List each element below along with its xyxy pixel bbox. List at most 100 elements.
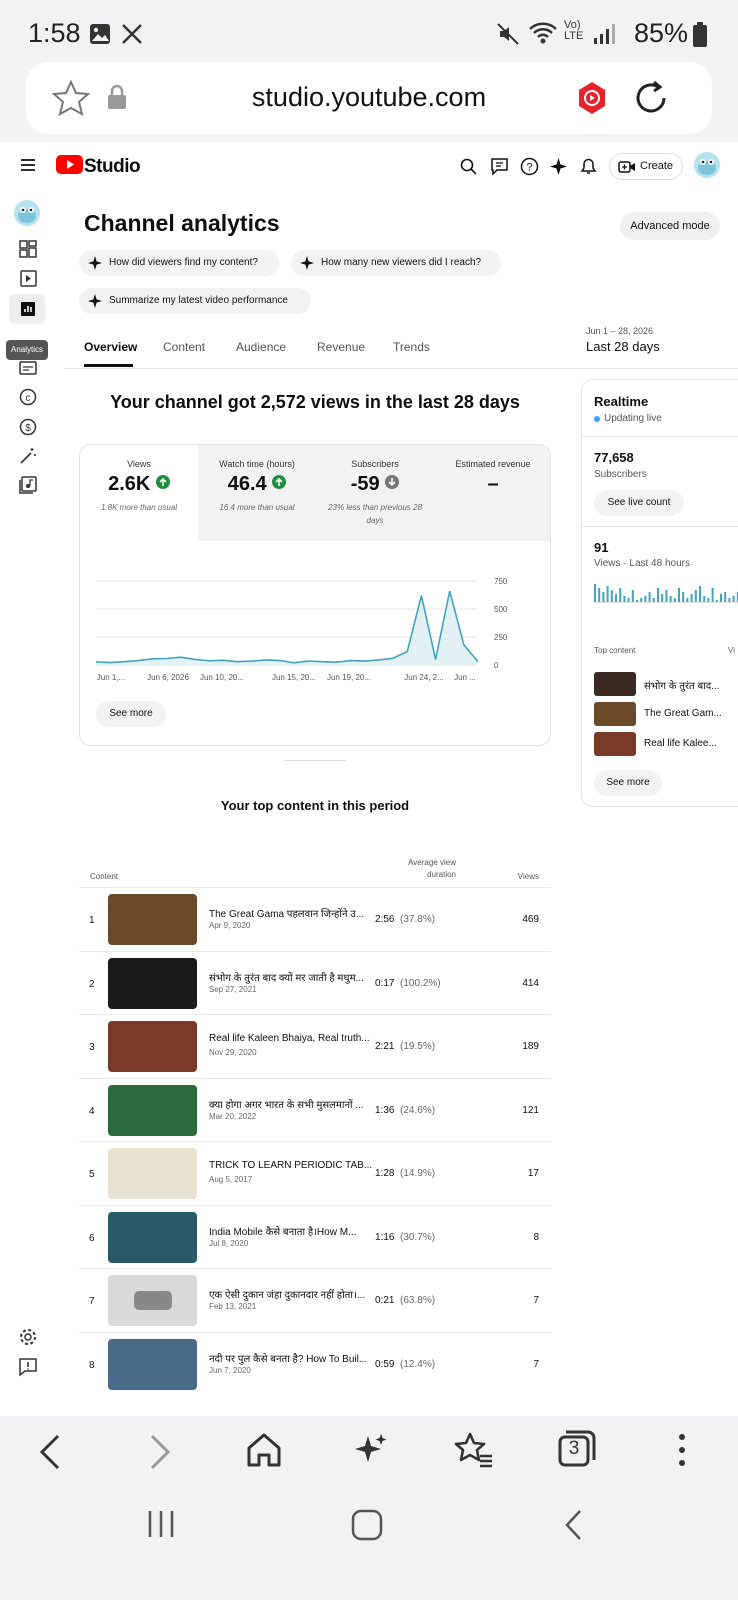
video-title[interactable]: India Mobile कैसे बनाता है।How M... [209, 1224, 374, 1238]
ask-chip-new-viewers[interactable]: How many new viewers did I reach? [291, 250, 501, 276]
bookmarks-icon[interactable] [452, 1430, 494, 1470]
ask-chip-viewers[interactable]: How did viewers find my content? [79, 250, 279, 276]
copyright-icon[interactable]: c [17, 386, 39, 408]
video-thumbnail[interactable] [108, 957, 197, 1009]
studio-brand[interactable]: Studio [84, 156, 141, 178]
realtime-views-bar-chart[interactable] [594, 582, 738, 610]
audio-library-icon[interactable] [17, 474, 39, 496]
search-icon[interactable] [460, 158, 477, 175]
android-home-icon[interactable] [350, 1508, 384, 1542]
video-title[interactable]: एक ऐसी दुकान जंहा दुकानदार नहीं होता।... [209, 1287, 374, 1301]
video-title[interactable]: नदी पर पुल कैसे बनता है? How To Buil... [209, 1351, 374, 1365]
ai-assistant-icon[interactable] [350, 1430, 390, 1470]
table-row[interactable]: 7 एक ऐसी दुकान जंहा दुकानदार नहीं होता।..… [79, 1268, 551, 1331]
video-title[interactable]: The Great Gama पहलवान जिन्होंने उ... [209, 906, 374, 920]
table-row[interactable]: 4 क्या होगा अगर भारत के सभी मुसलमानों ...… [79, 1077, 551, 1141]
metric-watch-time[interactable]: Watch time (hours) 46.4 16.4 more than u… [198, 445, 316, 541]
back-icon[interactable] [36, 1432, 66, 1472]
dashboard-icon[interactable] [17, 238, 39, 260]
ai-sparkle-icon[interactable] [549, 157, 568, 176]
video-thumbnail[interactable] [108, 894, 197, 945]
video-thumbnail[interactable] [108, 1338, 197, 1390]
realtime-live-status: Updating live [604, 413, 662, 424]
col-views-header[interactable]: Views [490, 872, 539, 881]
video-thumbnail[interactable] [108, 1021, 197, 1072]
tab-content[interactable]: Content [163, 340, 205, 354]
customization-wand-icon[interactable] [17, 445, 39, 467]
realtime-subscribers: 77,658 [594, 450, 634, 465]
video-title[interactable]: संभोग के तुरंत बाद क्यों मर जाती है मधुम… [209, 970, 374, 984]
realtime-bar [690, 594, 693, 602]
create-button[interactable]: Create [609, 153, 683, 180]
video-thumbnail[interactable] [108, 1148, 197, 1199]
tab-audience[interactable]: Audience [236, 340, 286, 354]
realtime-bar [606, 586, 609, 602]
date-range-label[interactable]: Last 28 days [586, 339, 660, 354]
settings-gear-icon[interactable] [17, 1326, 39, 1348]
ask-chip-summarize[interactable]: Summarize my latest video performance [79, 288, 311, 314]
url-text[interactable]: studio.youtube.com [26, 82, 712, 113]
metric-views[interactable]: Views 2.6K 1.8K more than usual [80, 445, 198, 541]
account-avatar[interactable] [694, 152, 720, 178]
video-views: 121 [522, 1104, 539, 1116]
help-icon[interactable]: ? [520, 157, 539, 176]
menu-icon[interactable] [20, 158, 36, 172]
home-icon[interactable] [244, 1430, 284, 1470]
video-thumbnail[interactable] [108, 1084, 197, 1136]
subtitles-icon[interactable] [17, 357, 39, 379]
row-rank: 6 [89, 1232, 95, 1244]
more-menu-icon[interactable] [672, 1430, 692, 1470]
see-more-chart-button[interactable]: See more [96, 701, 166, 727]
signal-icon [594, 24, 615, 44]
send-feedback-icon[interactable] [17, 1356, 39, 1378]
earn-icon[interactable]: $ [17, 416, 39, 438]
feedback-chat-icon[interactable] [490, 157, 509, 176]
table-row[interactable]: 8 नदी पर पुल कैसे बनता है? How To Buil...… [79, 1331, 551, 1395]
notifications-bell-icon[interactable] [579, 156, 598, 176]
metric-revenue[interactable]: Estimated revenue – [434, 445, 550, 541]
video-thumbnail [594, 672, 636, 696]
views-line-chart[interactable]: 750 500 250 0 Jun 1,... Jun 6, 2026 Jun 10, 20… [80, 565, 551, 685]
realtime-bar [623, 596, 626, 602]
browser-url-bar[interactable]: studio.youtube.com [26, 62, 712, 134]
realtime-bar [678, 588, 680, 602]
table-row[interactable]: 2 संभोग के तुरंत बाद क्यों मर जाती है मधु… [79, 950, 551, 1014]
video-title[interactable]: TRICK TO LEARN PERIODIC TAB... [209, 1160, 374, 1171]
youtube-studio-extension-icon[interactable] [576, 80, 608, 116]
video-title[interactable]: Real life Kaleen Bhaiya, Real truth... [209, 1033, 374, 1044]
video-title[interactable]: क्या होगा अगर भारत के सभी मुसलमानों ... [209, 1097, 374, 1111]
channel-avatar[interactable] [14, 200, 40, 226]
realtime-bar [627, 598, 630, 602]
views-area [96, 591, 478, 665]
analytics-icon[interactable] [17, 298, 39, 320]
tab-revenue[interactable]: Revenue [317, 340, 365, 354]
table-row[interactable]: 6 India Mobile कैसे बनाता है।How M... Jul … [79, 1204, 551, 1268]
android-back-icon[interactable] [562, 1508, 586, 1542]
realtime-bar [652, 598, 655, 602]
tab-trends[interactable]: Trends [393, 340, 430, 354]
realtime-item[interactable]: संभोग के तुरंत बाद... [594, 672, 738, 696]
youtube-logo-icon[interactable] [56, 155, 83, 174]
chip-label: How did viewers find my content? [109, 257, 258, 268]
realtime-item[interactable]: The Great Gam... [594, 702, 738, 726]
col-duration-header[interactable]: Average view duration [390, 857, 456, 881]
see-live-count-button[interactable]: See live count [594, 490, 684, 516]
table-row[interactable]: 3 Real life Kaleen Bhaiya, Real truth... N… [79, 1014, 551, 1077]
realtime-item[interactable]: Real life Kalee... [594, 732, 738, 756]
table-row[interactable]: 5 TRICK TO LEARN PERIODIC TAB... Aug 5, 20… [79, 1141, 551, 1204]
date-range-dates[interactable]: Jun 1 – 28, 2026 [586, 326, 653, 336]
realtime-see-more-button[interactable]: See more [594, 770, 662, 796]
table-row[interactable]: 1 The Great Gama पहलवान जिन्होंने उ... Apr… [79, 887, 551, 950]
forward-icon[interactable] [144, 1432, 174, 1472]
realtime-title: Realtime [594, 394, 649, 409]
video-thumbnail[interactable] [108, 1211, 197, 1263]
video-thumbnail[interactable] [108, 1275, 197, 1326]
content-icon[interactable] [17, 268, 39, 290]
reload-icon[interactable] [632, 76, 672, 118]
tab-overview[interactable]: Overview [84, 340, 137, 354]
recent-apps-icon[interactable] [146, 1508, 176, 1540]
realtime-subscribers-label: Subscribers [594, 469, 647, 480]
y-tick-label: 0 [494, 661, 499, 670]
metric-subscribers[interactable]: Subscribers -59 23% less than previous 2… [316, 445, 434, 541]
advanced-mode-button[interactable]: Advanced mode [620, 212, 720, 240]
